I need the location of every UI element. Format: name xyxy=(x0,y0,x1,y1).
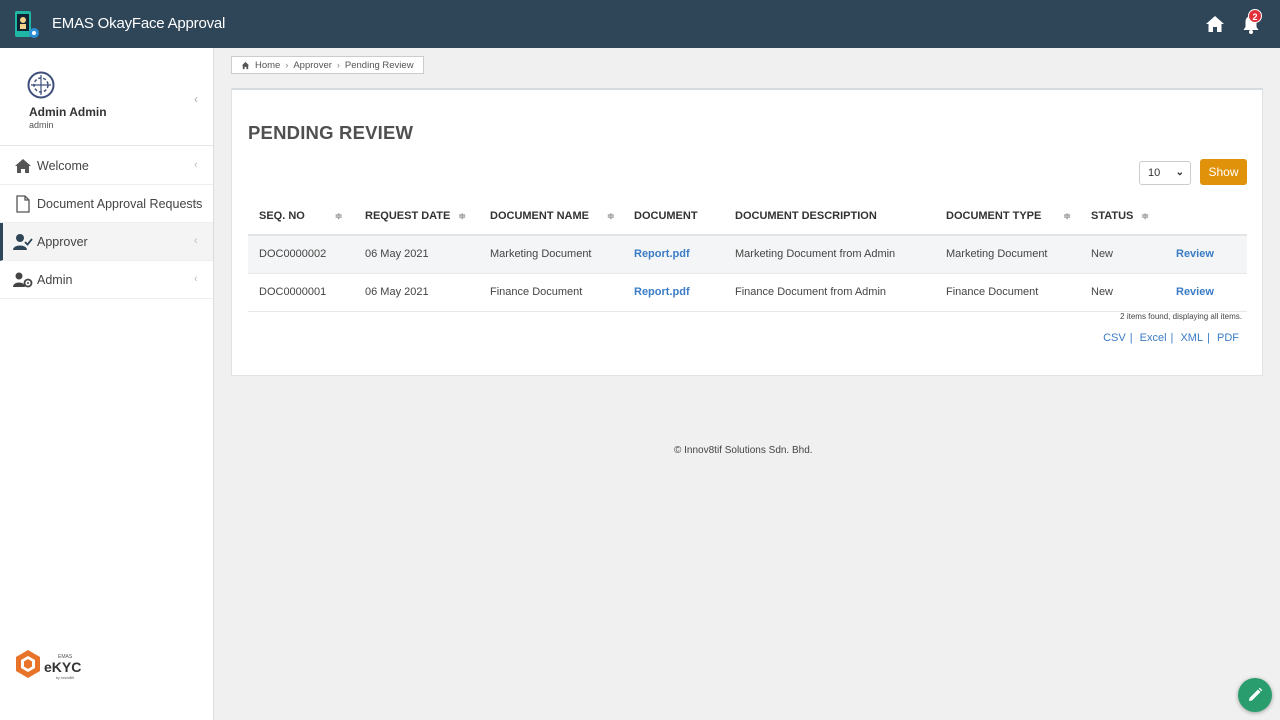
cell-document: Report.pdf xyxy=(623,235,724,274)
sidebar-item-welcome[interactable]: Welcome ‹ xyxy=(0,147,213,185)
pending-review-card: PENDING REVIEW 10 ⌄ Show SEQ. NO ≑ REQUES… xyxy=(231,88,1263,376)
review-link[interactable]: Review xyxy=(1176,286,1214,298)
sidebar-item-label: Approver xyxy=(37,235,88,249)
ekyc-logo: EMAS eKYC by Innov8tif xyxy=(16,650,81,680)
home-icon xyxy=(241,61,250,69)
column-header-document-description: DOCUMENT DESCRIPTION xyxy=(724,197,935,236)
chevron-right-icon: › xyxy=(285,60,289,70)
pending-review-table: SEQ. NO ≑ REQUEST DATE ≑ DOCUMENT NAME ≑ DO… xyxy=(248,197,1247,312)
logo-tag-text: by Innov8tif xyxy=(56,676,74,680)
cell-document-description: Marketing Document from Admin xyxy=(724,235,935,274)
breadcrumb: Home › Approver › Pending Review xyxy=(231,56,424,74)
sort-icon[interactable]: ≑ xyxy=(1063,211,1071,221)
cell-status: New xyxy=(1080,273,1165,312)
users-cog-icon xyxy=(13,272,33,288)
sort-icon[interactable]: ≑ xyxy=(335,211,343,221)
sort-icon[interactable]: ≑ xyxy=(458,211,466,221)
column-header-document-type[interactable]: DOCUMENT TYPE ≑ xyxy=(935,197,1080,236)
notification-badge: 2 xyxy=(1248,9,1262,23)
cell-status: New xyxy=(1080,235,1165,274)
show-button[interactable]: Show xyxy=(1200,159,1247,185)
export-excel-link[interactable]: Excel xyxy=(1140,332,1167,344)
home-icon xyxy=(15,159,31,173)
cell-document-description: Finance Document from Admin xyxy=(724,273,935,312)
cell-seq-no: DOC0000001 xyxy=(248,273,354,312)
cell-request-date: 06 May 2021 xyxy=(354,273,479,312)
sidebar-item-label: Document Approval Requests xyxy=(37,197,203,211)
breadcrumb-approver[interactable]: Approver xyxy=(293,60,332,71)
column-header-seq-no[interactable]: SEQ. NO ≑ xyxy=(248,197,354,236)
sort-icon[interactable]: ≑ xyxy=(607,211,615,221)
column-header-action xyxy=(1165,197,1247,236)
sidebar-item-approver[interactable]: Approver ‹ xyxy=(0,223,213,261)
export-xml-link[interactable]: XML xyxy=(1180,332,1203,344)
app-title: EMAS OkayFace Approval xyxy=(52,15,226,32)
cell-request-date: 06 May 2021 xyxy=(354,235,479,274)
home-icon[interactable] xyxy=(1204,13,1226,35)
sidebar-item-label: Admin xyxy=(37,273,73,287)
sidebar: Admin Admin admin ‹ Welcome ‹ Document A… xyxy=(0,48,214,720)
per-page-select[interactable]: 10 ⌄ xyxy=(1139,161,1191,185)
chevron-right-icon: › xyxy=(336,60,340,70)
table-header-row: SEQ. NO ≑ REQUEST DATE ≑ DOCUMENT NAME ≑ DO… xyxy=(248,197,1247,236)
document-link[interactable]: Report.pdf xyxy=(634,286,690,298)
chevron-left-icon: ‹ xyxy=(194,273,198,285)
chevron-left-icon: ‹ xyxy=(194,235,198,247)
column-header-document: DOCUMENT xyxy=(623,197,724,236)
footer-copyright: © Innov8tif Solutions Sdn. Bhd. xyxy=(674,445,813,456)
column-header-request-date[interactable]: REQUEST DATE ≑ xyxy=(354,197,479,236)
cell-document-type: Finance Document xyxy=(935,273,1080,312)
cell-document-name: Marketing Document xyxy=(479,235,623,274)
chevron-down-icon: ⌄ xyxy=(1175,167,1184,178)
top-bar: EMAS OkayFace Approval 2 xyxy=(0,0,1280,48)
items-found-text: 2 items found, displaying all items. xyxy=(1120,312,1242,321)
cell-document: Report.pdf xyxy=(623,273,724,312)
table-row: DOC0000001 06 May 2021 Finance Document … xyxy=(248,273,1247,312)
chevron-left-icon: ‹ xyxy=(194,197,198,209)
cell-action: Review xyxy=(1165,273,1247,312)
chevron-left-icon[interactable]: ‹ xyxy=(194,92,198,106)
document-link[interactable]: Report.pdf xyxy=(634,248,690,260)
column-header-document-name[interactable]: DOCUMENT NAME ≑ xyxy=(479,197,623,236)
file-icon xyxy=(16,195,30,213)
breadcrumb-current: Pending Review xyxy=(344,59,414,71)
sidebar-item-admin[interactable]: Admin ‹ xyxy=(0,261,213,299)
breadcrumb-home[interactable]: Home xyxy=(255,60,280,71)
export-links: CSV | Excel | XML | PDF xyxy=(1103,332,1239,344)
app-logo-icon xyxy=(15,11,39,38)
table-row: DOC0000002 06 May 2021 Marketing Documen… xyxy=(248,235,1247,274)
per-page-value: 10 xyxy=(1148,167,1161,179)
review-link[interactable]: Review xyxy=(1176,248,1214,260)
user-name: Admin Admin xyxy=(29,105,107,119)
cell-action: Review xyxy=(1165,235,1247,274)
user-role: admin xyxy=(29,120,54,130)
edit-fab-button[interactable] xyxy=(1238,678,1272,712)
pencil-icon xyxy=(1249,687,1263,701)
page-title: PENDING REVIEW xyxy=(248,122,414,143)
cell-document-type: Marketing Document xyxy=(935,235,1080,274)
export-pdf-link[interactable]: PDF xyxy=(1217,332,1239,344)
user-panel: Admin Admin admin ‹ xyxy=(0,48,213,146)
sort-icon[interactable]: ≑ xyxy=(1141,211,1149,221)
sidebar-item-label: Welcome xyxy=(37,159,89,173)
chevron-left-icon: ‹ xyxy=(194,159,198,171)
column-header-status[interactable]: STATUS ≑ xyxy=(1080,197,1165,236)
logo-main-text: eKYC xyxy=(44,659,81,675)
user-check-icon xyxy=(13,234,33,250)
export-csv-link[interactable]: CSV xyxy=(1103,332,1126,344)
avatar[interactable] xyxy=(27,71,55,99)
cell-seq-no: DOC0000002 xyxy=(248,235,354,274)
sidebar-item-document-approval-requests[interactable]: Document Approval Requests ‹ xyxy=(0,185,213,223)
cell-document-name: Finance Document xyxy=(479,273,623,312)
